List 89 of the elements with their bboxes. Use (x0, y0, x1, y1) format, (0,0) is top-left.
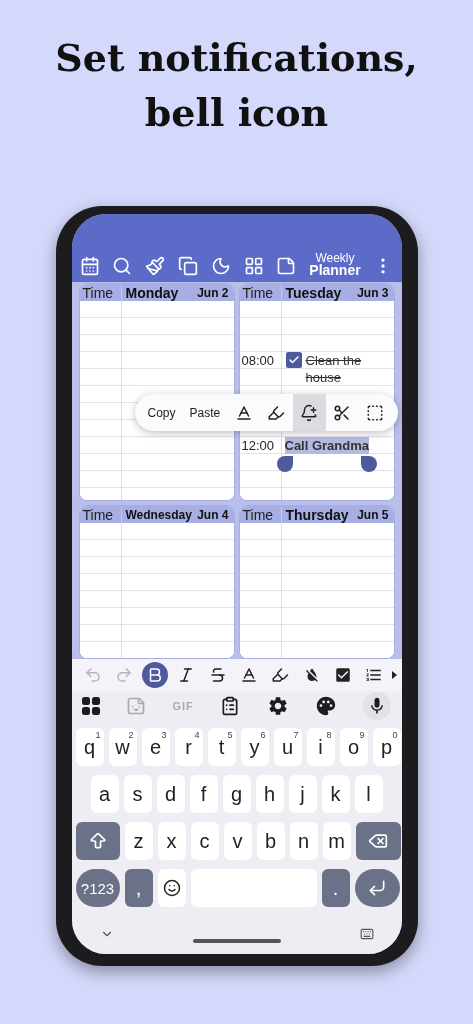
task-checkbox[interactable] (285, 352, 302, 368)
selection-handle[interactable] (276, 456, 293, 472)
backspace-icon (368, 831, 388, 851)
scroll-right-icon[interactable] (392, 671, 398, 679)
letter-key[interactable]: n (289, 822, 318, 860)
clipboard-icon[interactable] (220, 696, 241, 716)
letter-key[interactable]: k (321, 775, 350, 813)
letter-key[interactable]: d (156, 775, 185, 813)
shift-key[interactable] (75, 822, 120, 860)
key-hint: 2 (128, 730, 134, 740)
home-indicator[interactable] (192, 939, 281, 943)
palette-icon[interactable] (315, 695, 338, 717)
selection-handle[interactable] (361, 456, 378, 472)
check-icon (287, 354, 300, 366)
strikethrough-icon (208, 666, 227, 684)
key-hint: 1 (95, 730, 101, 740)
shift-icon (87, 831, 108, 851)
select-all-icon (366, 403, 385, 422)
menu-action[interactable]: Paste (182, 394, 228, 431)
key-hint: 3 (161, 730, 167, 740)
time-heading: Time (239, 284, 282, 301)
bell-plus-button[interactable] (292, 394, 326, 431)
time-heading: Time (79, 506, 122, 523)
brush-icon[interactable] (145, 256, 166, 276)
note-icon[interactable] (276, 256, 297, 276)
scissors-icon (333, 403, 352, 422)
menu-action[interactable]: Copy (140, 394, 183, 431)
highlighter-icon (267, 403, 286, 422)
bold-button[interactable] (142, 662, 169, 688)
day-date: Jun 4 (197, 507, 230, 522)
letter-key[interactable]: j (288, 775, 317, 813)
letter-key[interactable]: s (123, 775, 152, 813)
enter-icon (367, 878, 387, 898)
letter-key[interactable]: l (354, 775, 383, 813)
text-color-icon (234, 403, 253, 422)
moon-icon[interactable] (210, 256, 231, 276)
redo-icon (114, 666, 133, 684)
app-logo: Weekly Planner (309, 252, 361, 276)
backspace-key[interactable] (355, 822, 401, 860)
key-hint: 6 (260, 730, 266, 740)
key-hint: 8 (326, 730, 332, 740)
search-icon[interactable] (112, 256, 133, 276)
task-text: Clean the house (305, 352, 363, 386)
day-date: Jun 2 (197, 285, 230, 300)
day-name: Monday (124, 284, 180, 301)
grid-icon[interactable] (243, 256, 264, 276)
day-date: Jun 3 (357, 285, 390, 300)
undo-icon (83, 666, 102, 684)
punctuation-key[interactable]: , (124, 869, 153, 907)
enter-key[interactable] (354, 869, 400, 907)
letter-key[interactable]: v (223, 822, 252, 860)
entry-time: 08:00 (240, 352, 276, 369)
time-heading: Time (239, 506, 282, 523)
copy-icon[interactable] (178, 256, 198, 276)
day-name: Wednesday (124, 507, 193, 522)
entry-time: 12:00 (240, 437, 276, 454)
symbols-key[interactable]: ?123 (75, 869, 120, 907)
day-date: Jun 5 (357, 507, 390, 522)
keyboard-icon[interactable] (359, 927, 374, 941)
numbered-list-icon (365, 666, 384, 684)
key-hint: 4 (194, 730, 200, 740)
settings-icon[interactable] (266, 695, 289, 717)
apps-icon[interactable] (81, 697, 100, 715)
key-hint: 9 (359, 730, 365, 740)
day-name: Tuesday (284, 284, 343, 301)
letter-key[interactable]: g (222, 775, 251, 813)
calendar-icon[interactable] (79, 256, 100, 276)
task-list-icon (333, 666, 352, 684)
letter-key[interactable]: x (157, 822, 186, 860)
highlighter-icon (271, 666, 290, 684)
bell-plus-icon (300, 403, 319, 422)
emoji-key[interactable] (157, 869, 186, 907)
text-color-icon (240, 666, 258, 684)
time-heading: Time (79, 284, 122, 301)
letter-key[interactable]: f (189, 775, 218, 813)
letter-key[interactable]: m (322, 822, 351, 860)
key-hint: 7 (293, 730, 299, 740)
letter-key[interactable]: a (90, 775, 119, 813)
day-name: Thursday (284, 506, 350, 523)
letter-key[interactable]: z (124, 822, 153, 860)
headline: Set notifications, bell icon (55, 34, 418, 137)
smiley-icon (162, 879, 181, 897)
key-hint: 5 (227, 730, 233, 740)
microphone-button[interactable] (363, 692, 392, 720)
punctuation-key[interactable]: . (321, 869, 350, 907)
letter-key[interactable]: c (190, 822, 219, 860)
letter-key[interactable]: h (255, 775, 284, 813)
letter-key[interactable]: b (256, 822, 285, 860)
key-hint: 0 (392, 730, 398, 740)
